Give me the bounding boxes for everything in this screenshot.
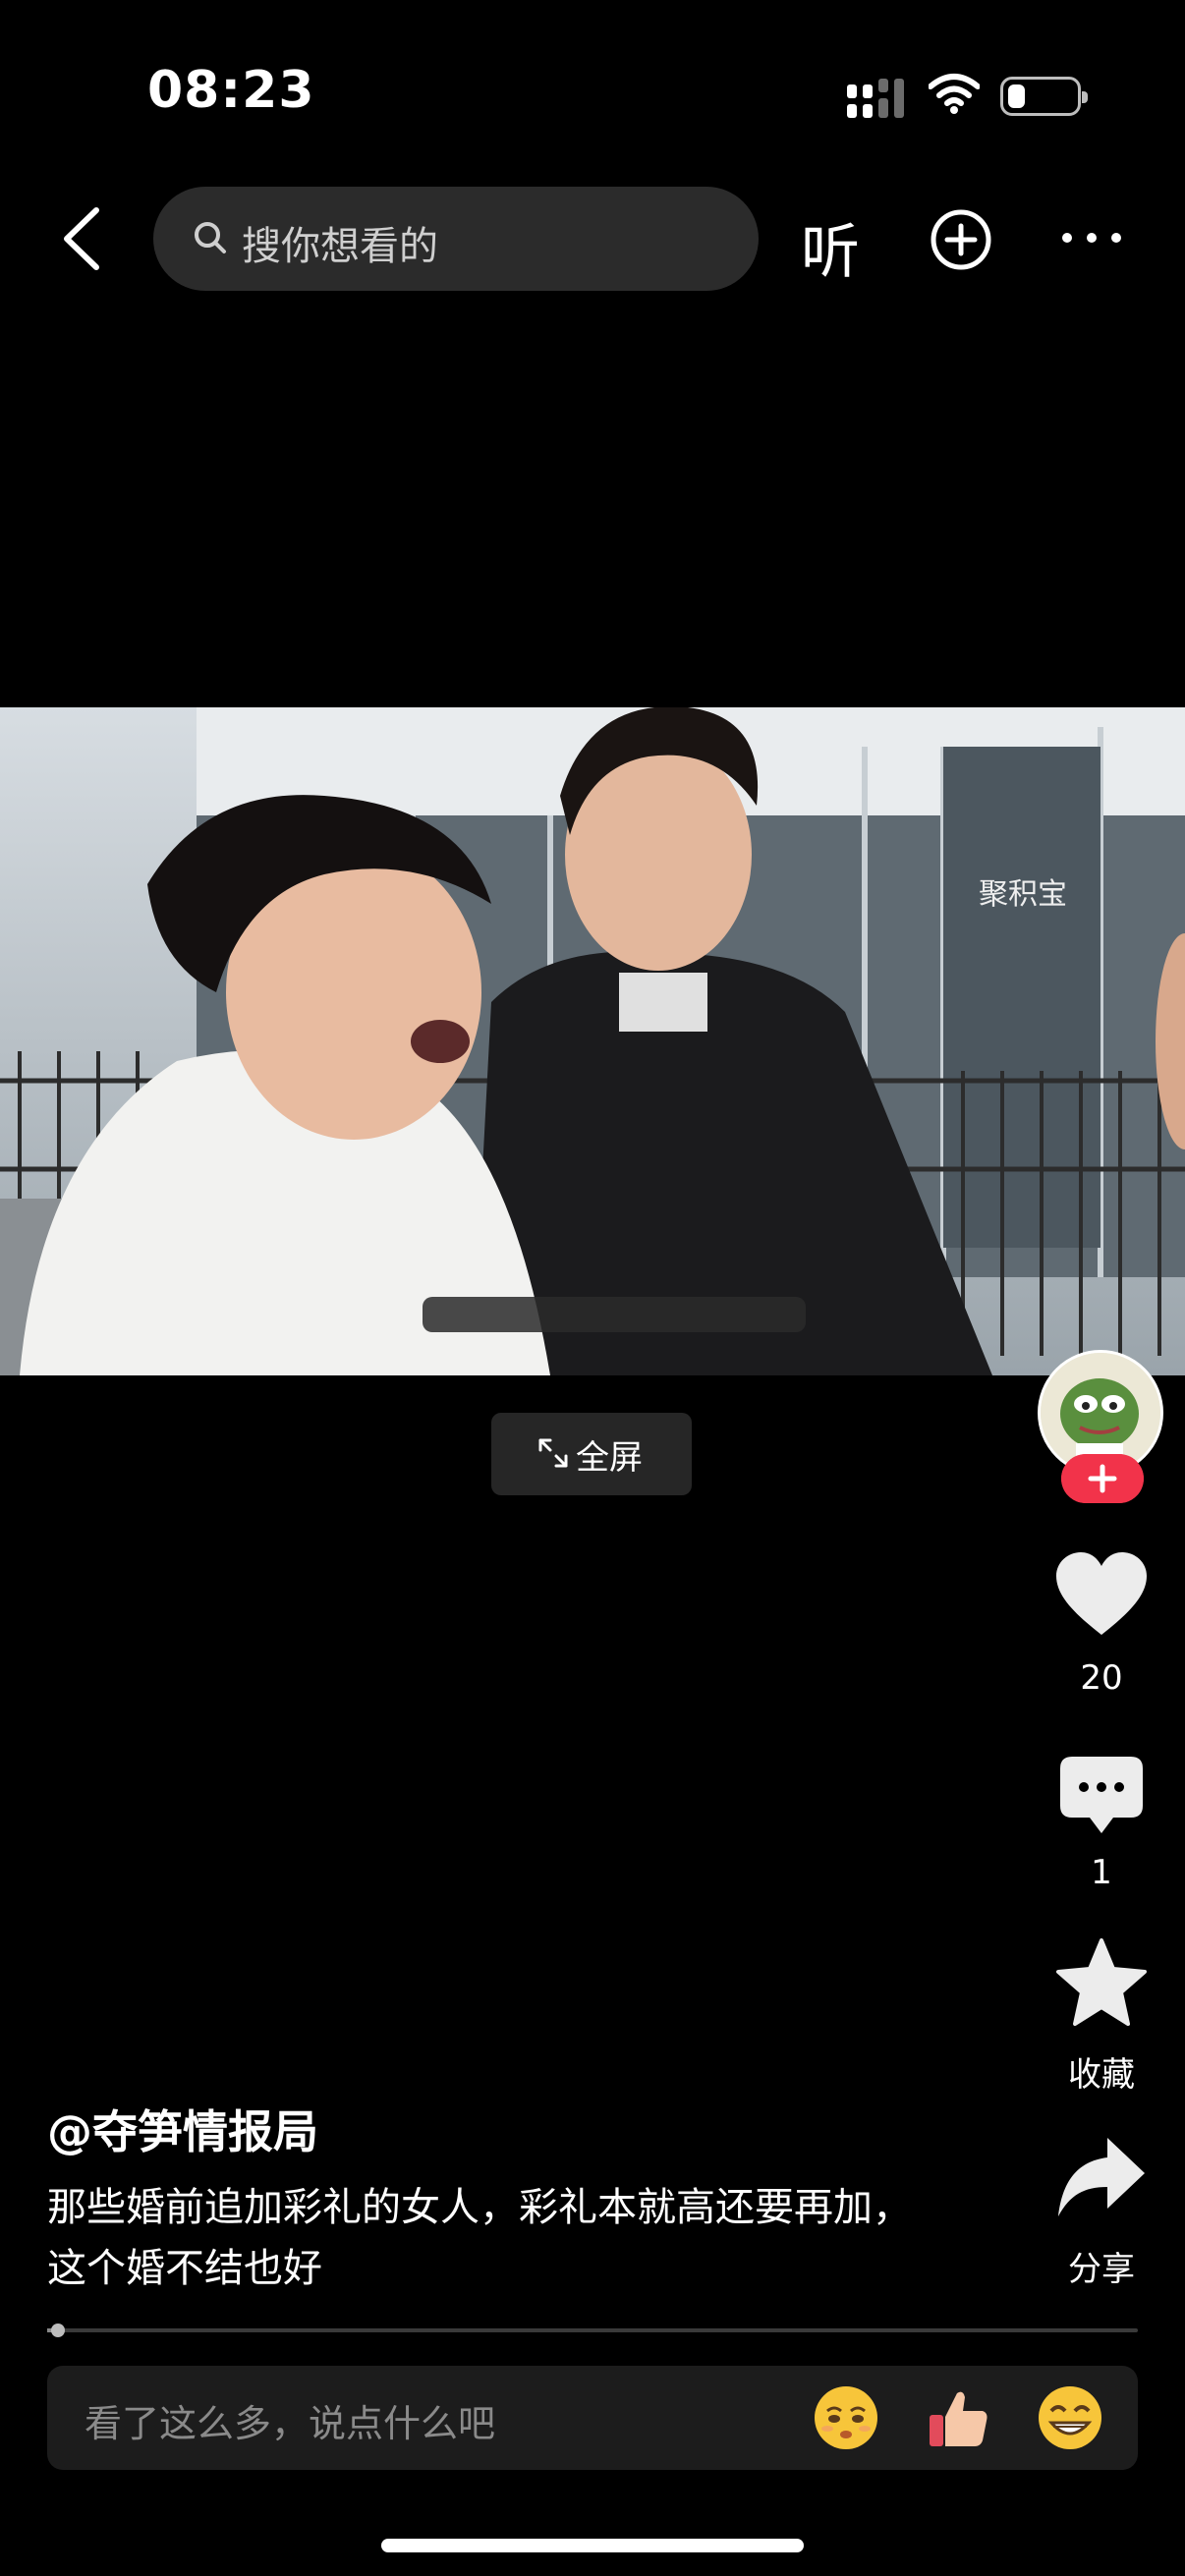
video-caption: 那些婚前追加彩礼的女人，彩礼本就高还要再加， 这个婚不结也好 — [47, 2177, 990, 2299]
heart-icon[interactable] — [1054, 1552, 1149, 1637]
listen-button[interactable]: 听 — [801, 204, 860, 290]
progress-knob[interactable] — [51, 2324, 65, 2337]
star-icon[interactable] — [1054, 1937, 1149, 2028]
author-name[interactable]: @夺笋情报局 — [47, 2097, 318, 2161]
like-count: 20 — [1080, 1658, 1123, 1698]
favorite-label: 收藏 — [1068, 2055, 1135, 2095]
status-time: 08:23 — [147, 61, 315, 120]
caption-line-1: 那些婚前追加彩礼的女人，彩礼本就高还要再加， — [47, 2185, 912, 2230]
share-icon[interactable] — [1056, 2134, 1147, 2220]
progress-track[interactable] — [47, 2328, 1138, 2332]
caption-line-2: 这个婚不结也好 — [47, 2246, 322, 2291]
video-player[interactable]: 聚积宝 — [0, 707, 1185, 1375]
video-frame-image: 聚积宝 — [0, 707, 1185, 1375]
battery-icon — [1000, 77, 1088, 116]
more-icon[interactable] — [1059, 228, 1124, 248]
share-label: 分享 — [1068, 2250, 1135, 2289]
expand-icon — [538, 1438, 568, 1468]
search-placeholder: 搜你想看的 — [242, 224, 438, 269]
home-indicator[interactable] — [381, 2539, 804, 2552]
fullscreen-label: 全屏 — [576, 1438, 643, 1478]
plus-circle-icon[interactable] — [930, 208, 992, 271]
thumbs-up-emoji[interactable] — [924, 2383, 992, 2452]
pleading-face-emoji[interactable] — [812, 2383, 880, 2452]
signal-icon — [847, 79, 904, 118]
comment-count: 1 — [1091, 1853, 1112, 1892]
grinning-face-emoji[interactable] — [1036, 2383, 1104, 2452]
comment-placeholder: 看了这么多，说点什么吧 — [85, 2402, 496, 2445]
follow-button[interactable] — [1061, 1454, 1144, 1503]
back-button[interactable] — [57, 204, 106, 273]
battery-level — [1008, 84, 1025, 108]
svg-text:聚积宝: 聚积宝 — [979, 877, 1067, 912]
wifi-icon — [929, 74, 980, 114]
search-icon — [195, 222, 226, 253]
comment-icon[interactable] — [1058, 1755, 1145, 1837]
